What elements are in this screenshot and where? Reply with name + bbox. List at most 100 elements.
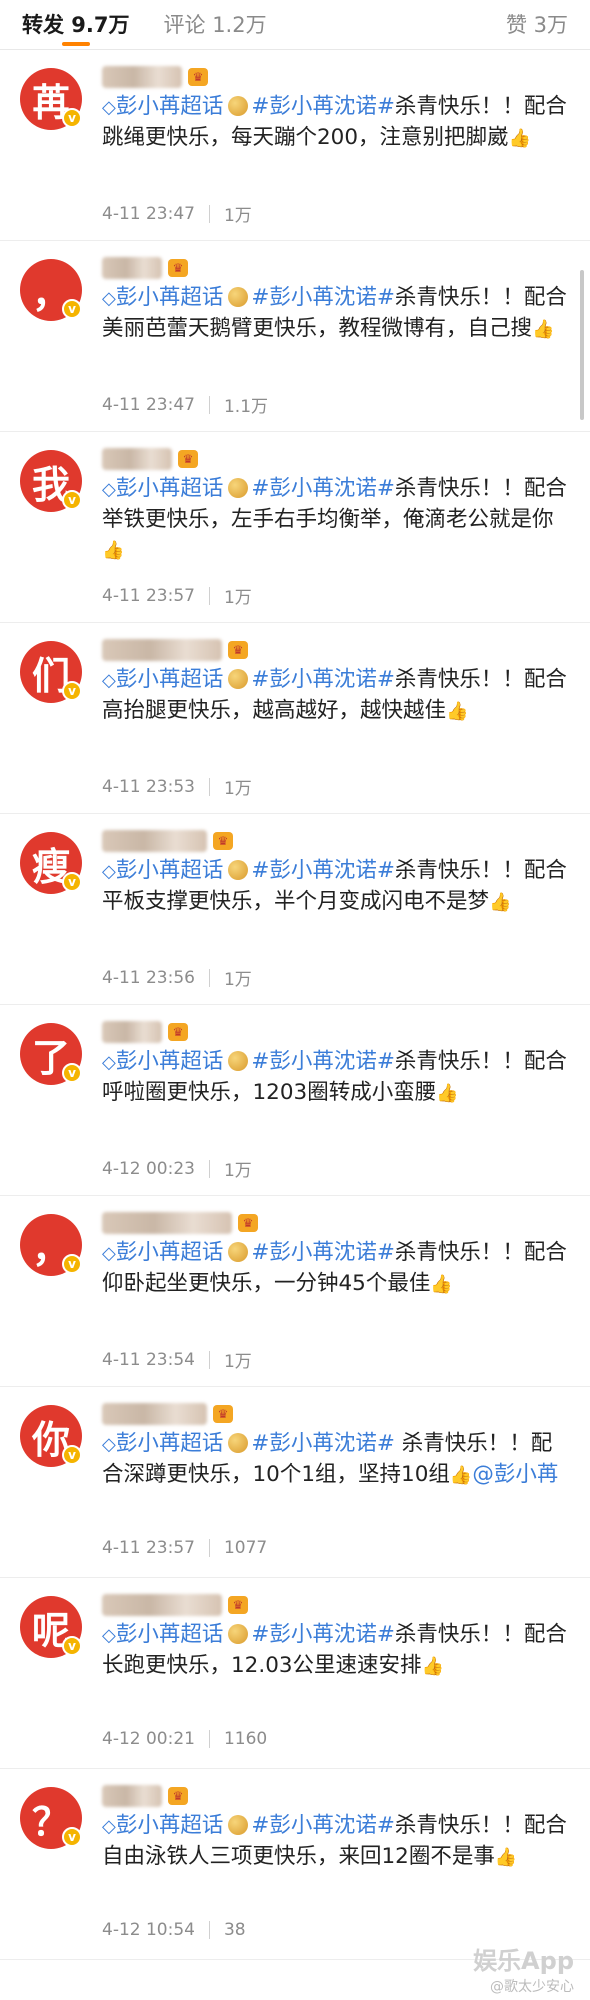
user-name-blurred[interactable]: ♛ — [102, 1019, 188, 1045]
like-count[interactable]: 1.1万 — [224, 392, 268, 417]
hashtag-link[interactable]: #彭小苒沈诺# — [251, 1049, 395, 1074]
hashtag-link[interactable]: #彭小苒沈诺# — [251, 476, 395, 501]
like-count[interactable]: 1077 — [224, 1538, 267, 1558]
supertopic-link[interactable]: 彭小苒超话 — [116, 858, 224, 883]
divider — [208, 777, 210, 796]
repost-meta: 4-11 23:56 1万 — [102, 965, 252, 991]
divider — [208, 1730, 210, 1748]
blurred-name — [102, 1403, 207, 1425]
repost-meta: 4-11 23:47 1.1万 — [102, 392, 268, 418]
repost-text: ◇彭小苒超话 #彭小苒沈诺#杀青快乐！！配合美丽芭蕾天鹅臂更快乐，教程微博有，自己… — [102, 283, 572, 345]
like-count[interactable]: 1万 — [224, 1156, 252, 1181]
thumbs-up-icon: 👍 — [430, 1274, 453, 1295]
user-name-blurred[interactable]: ♛ — [102, 828, 233, 854]
blurred-name — [102, 1021, 162, 1043]
hashtag-link[interactable]: #彭小苒沈诺# — [251, 1240, 395, 1265]
repost-item[interactable]: 苒 v ♛ ◇彭小苒超话 #彭小苒沈诺#杀青快乐！！配合跳绳更快乐，每天蹦个200，注意… — [0, 50, 590, 241]
user-name-blurred[interactable]: ♛ — [102, 637, 248, 663]
supertopic-link[interactable]: 彭小苒超话 — [116, 1240, 224, 1265]
repost-item[interactable]: ？ v ♛ ◇彭小苒超话 #彭小苒沈诺#杀青快乐！！配合自由泳铁人三项更快乐，来回12圈… — [0, 1769, 590, 1960]
thumbs-up-icon: 👍 — [494, 1847, 518, 1868]
timestamp: 4-11 23:57 — [102, 1538, 195, 1558]
crown-icon: ♛ — [228, 1596, 248, 1614]
supertopic-link[interactable]: 彭小苒超话 — [116, 1431, 224, 1456]
user-name-blurred[interactable]: ♛ — [102, 1592, 248, 1618]
hashtag-link[interactable]: #彭小苒沈诺# — [251, 858, 395, 883]
like-count[interactable]: 1万 — [224, 583, 252, 608]
crown-icon: ♛ — [228, 641, 248, 659]
repost-item[interactable]: 呢 v ♛ ◇彭小苒超话 #彭小苒沈诺#杀青快乐！！配合长跑更快乐，12.03公里速速安… — [0, 1578, 590, 1769]
like-count[interactable]: 1万 — [224, 774, 252, 799]
mention-link[interactable]: @彭小苒 — [472, 1462, 558, 1487]
supertopic-link[interactable]: 彭小苒超话 — [116, 667, 224, 692]
repost-meta: 4-11 23:57 1077 — [102, 1538, 267, 1558]
blurred-name — [102, 448, 172, 470]
repost-text: ◇彭小苒超话 #彭小苒沈诺#杀青快乐！！配合呼啦圈更快乐，1203圈转成小蛮腰👍 — [102, 1047, 572, 1109]
diamond-icon: ◇ — [102, 1625, 116, 1646]
user-name-blurred[interactable]: ♛ — [102, 1210, 258, 1236]
timestamp: 4-11 23:47 — [102, 394, 195, 415]
repost-meta: 4-12 10:54 38 — [102, 1920, 246, 1940]
repost-item[interactable]: 瘦 v ♛ ◇彭小苒超话 #彭小苒沈诺#杀青快乐！！配合平板支撑更快乐，半个月变成闪电不… — [0, 814, 590, 1005]
blurred-name — [102, 1212, 232, 1234]
watermark-handle: @歌太少安心 — [490, 1979, 574, 1995]
timestamp: 4-11 23:53 — [102, 776, 195, 797]
supertopic-link[interactable]: 彭小苒超话 — [116, 1813, 224, 1838]
user-name-blurred[interactable]: ♛ — [102, 446, 198, 472]
blurred-name — [102, 830, 207, 852]
repost-meta: 4-11 23:47 1万 — [102, 201, 252, 227]
diamond-icon: ◇ — [102, 670, 116, 691]
hashtag-link[interactable]: #彭小苒沈诺# — [251, 1813, 395, 1838]
repost-list: 苒 v ♛ ◇彭小苒超话 #彭小苒沈诺#杀青快乐！！配合跳绳更快乐，每天蹦个200，注意… — [0, 50, 590, 1960]
repost-item[interactable]: 了 v ♛ ◇彭小苒超话 #彭小苒沈诺#杀青快乐！！配合呼啦圈更快乐，1203圈转成小蛮… — [0, 1005, 590, 1196]
divider — [208, 204, 210, 223]
hashtag-link[interactable]: #彭小苒沈诺# — [251, 1622, 395, 1647]
verified-badge-icon: v — [62, 1254, 82, 1274]
supertopic-link[interactable]: 彭小苒超话 — [116, 285, 224, 310]
thumbs-up-icon: 👍 — [449, 1465, 473, 1486]
supertopic-link[interactable]: 彭小苒超话 — [116, 476, 224, 501]
divider — [208, 1350, 210, 1369]
timestamp: 4-11 23:47 — [102, 203, 195, 224]
diamond-icon: ◇ — [102, 288, 116, 309]
hashtag-link[interactable]: #彭小苒沈诺# — [251, 667, 395, 692]
blurred-name — [102, 257, 162, 279]
blurred-name — [102, 1785, 162, 1807]
supertopic-ball-icon — [228, 1051, 249, 1071]
hashtag-link[interactable]: #彭小苒沈诺# — [251, 1431, 395, 1456]
repost-item[interactable]: 我 v ♛ ◇彭小苒超话 #彭小苒沈诺#杀青快乐！！配合举铁更快乐，左手右手均衡举，俺滴… — [0, 432, 590, 623]
repost-item[interactable]: 们 v ♛ ◇彭小苒超话 #彭小苒沈诺#杀青快乐！！配合高抬腿更快乐，越高越好，越快越佳… — [0, 623, 590, 814]
scrollbar[interactable] — [580, 270, 584, 420]
supertopic-ball-icon — [228, 96, 249, 116]
like-count[interactable]: 38 — [224, 1920, 246, 1940]
verified-badge-icon: v — [62, 1063, 82, 1083]
user-name-blurred[interactable]: ♛ — [102, 255, 188, 281]
supertopic-link[interactable]: 彭小苒超话 — [116, 94, 224, 119]
repost-text: ◇彭小苒超话 #彭小苒沈诺#杀青快乐！！配合平板支撑更快乐，半个月变成闪电不是梦👍 — [102, 856, 572, 918]
supertopic-link[interactable]: 彭小苒超话 — [116, 1049, 224, 1074]
repost-item[interactable]: 你 v ♛ ◇彭小苒超话 #彭小苒沈诺# 杀青快乐！！配合深蹲更快乐，10个1组，坚持1… — [0, 1387, 590, 1578]
tab-likes[interactable]: 赞 3万 — [506, 0, 568, 50]
supertopic-link[interactable]: 彭小苒超话 — [116, 1622, 224, 1647]
like-count[interactable]: 1万 — [224, 1347, 252, 1372]
diamond-icon: ◇ — [102, 861, 116, 882]
hashtag-link[interactable]: #彭小苒沈诺# — [251, 285, 395, 310]
user-name-blurred[interactable]: ♛ — [102, 1401, 233, 1427]
user-name-blurred[interactable]: ♛ — [102, 1783, 188, 1809]
repost-item[interactable]: ， v ♛ ◇彭小苒超话 #彭小苒沈诺#杀青快乐！！配合美丽芭蕾天鹅臂更快乐，教程微博有… — [0, 241, 590, 432]
supertopic-ball-icon — [228, 1242, 249, 1262]
hashtag-link[interactable]: #彭小苒沈诺# — [251, 94, 395, 119]
repost-text: ◇彭小苒超话 #彭小苒沈诺# 杀青快乐！！配合深蹲更快乐，10个1组，坚持10组👍… — [102, 1429, 572, 1491]
user-name-blurred[interactable]: ♛ — [102, 64, 208, 90]
like-count[interactable]: 1万 — [224, 201, 252, 226]
supertopic-ball-icon — [228, 860, 249, 880]
tab-comments[interactable]: 评论 1.2万 — [164, 0, 267, 50]
crown-icon: ♛ — [213, 832, 233, 850]
blurred-name — [102, 66, 182, 88]
like-count[interactable]: 1万 — [224, 965, 252, 990]
tab-reposts[interactable]: 转发 9.7万 — [22, 0, 130, 50]
thumbs-up-icon: 👍 — [508, 128, 531, 149]
like-count[interactable]: 1160 — [224, 1729, 267, 1749]
crown-icon: ♛ — [168, 259, 188, 277]
repost-item[interactable]: ， v ♛ ◇彭小苒超话 #彭小苒沈诺#杀青快乐！！配合仰卧起坐更快乐，一分钟45个最佳… — [0, 1196, 590, 1387]
